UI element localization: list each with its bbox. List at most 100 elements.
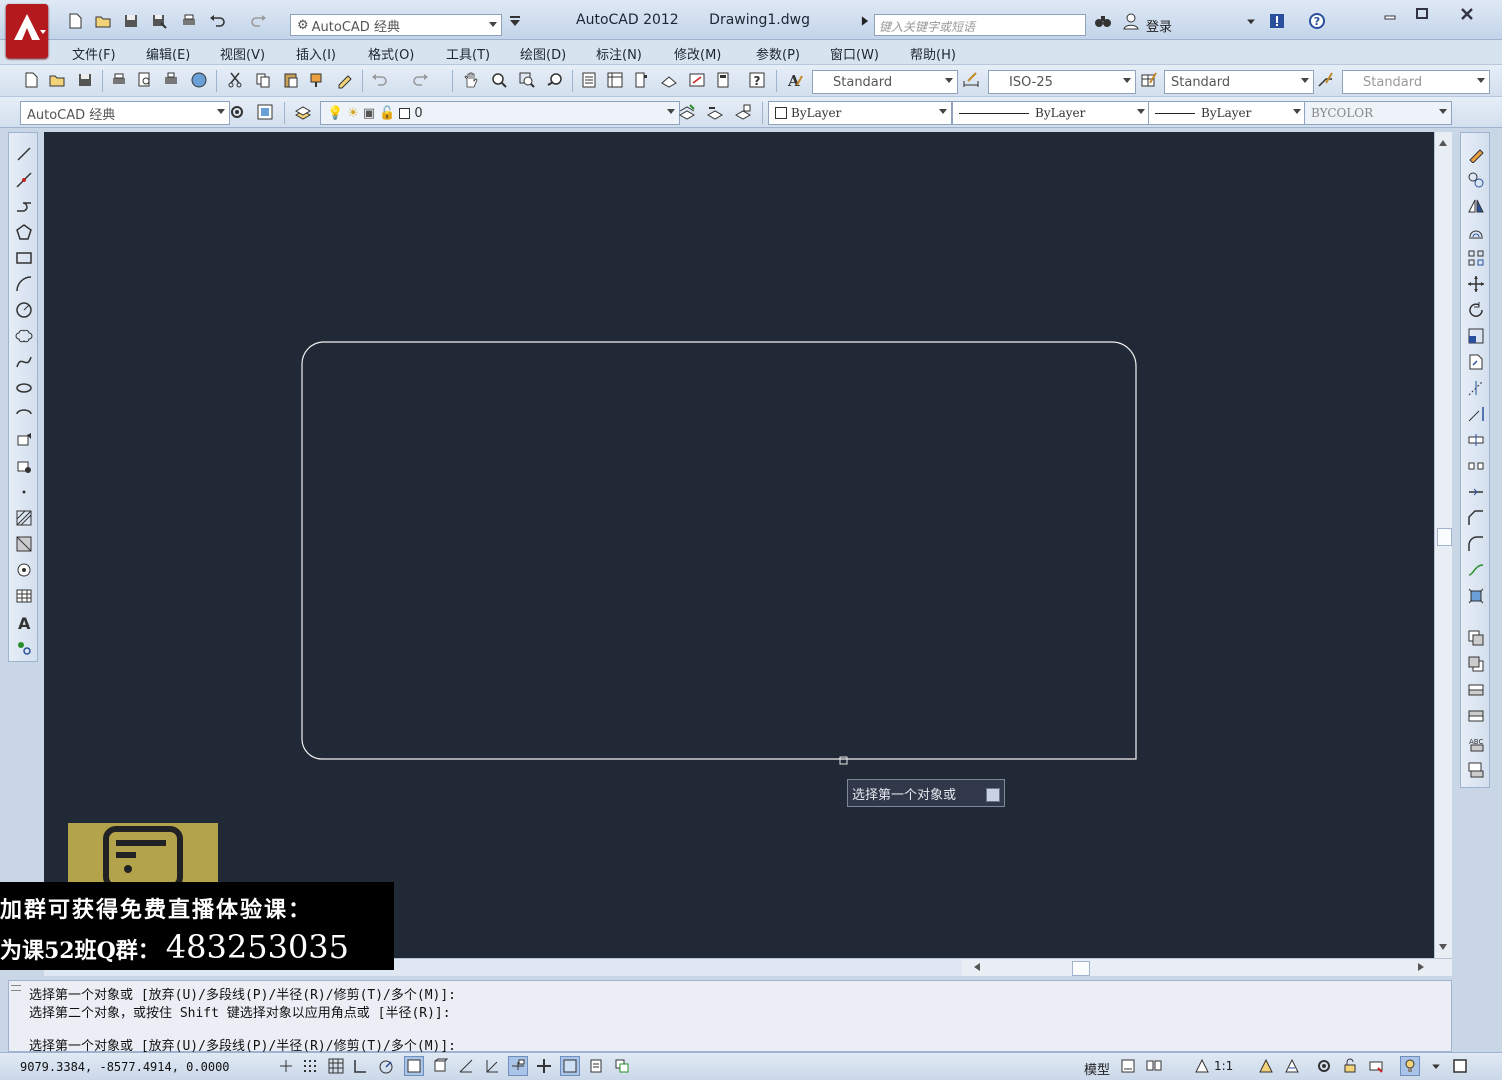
match-properties-icon[interactable] xyxy=(306,69,328,91)
layout-icon[interactable] xyxy=(1118,1056,1138,1076)
erase-icon[interactable] xyxy=(1465,143,1487,165)
scale-icon[interactable] xyxy=(1465,325,1487,347)
command-line[interactable]: 选择第一个对象或 [放弃(U)/多段线(P)/半径(R)/修剪(T)/多个(M)… xyxy=(8,980,1452,1054)
menu-help[interactable]: 帮助(H) xyxy=(910,44,956,63)
explode-icon[interactable] xyxy=(1465,585,1487,607)
quick-properties-icon[interactable] xyxy=(586,1056,606,1076)
zoom-previous-icon[interactable] xyxy=(544,69,566,91)
zoom-realtime-icon[interactable] xyxy=(488,69,510,91)
block-editor-icon[interactable] xyxy=(334,69,356,91)
text-front-icon[interactable]: ABC xyxy=(1465,733,1487,755)
sheet-set-icon[interactable] xyxy=(658,69,680,91)
construction-line-icon[interactable] xyxy=(13,169,35,191)
fillet-icon[interactable] xyxy=(1465,533,1487,555)
isolate-objects-icon[interactable] xyxy=(1400,1056,1420,1076)
scroll-left-arrow[interactable] xyxy=(974,963,980,971)
pan-icon[interactable] xyxy=(460,69,482,91)
print-icon[interactable] xyxy=(178,11,200,31)
text-style-select[interactable]: Standard xyxy=(812,70,958,94)
vertical-scrollbar[interactable] xyxy=(1434,132,1452,958)
close-button[interactable] xyxy=(1446,4,1488,24)
hardware-acceleration-icon[interactable] xyxy=(1366,1056,1386,1076)
menu-modify[interactable]: 修改(M) xyxy=(674,44,721,63)
undo-icon[interactable] xyxy=(368,69,390,91)
help-icon[interactable]: ? xyxy=(1306,11,1328,31)
copy-object-icon[interactable] xyxy=(1465,169,1487,191)
annotation-scale-icon[interactable] xyxy=(1192,1056,1212,1076)
snap-mode-icon[interactable] xyxy=(300,1056,320,1076)
command-line-grip[interactable] xyxy=(11,985,21,991)
coordinates-readout[interactable]: 9079.3384, -8577.4914, 0.0000 xyxy=(20,1060,230,1074)
workspace-select[interactable]: ⚙ AutoCAD 经典 xyxy=(290,14,502,36)
calculator-icon[interactable] xyxy=(712,69,734,91)
save-icon[interactable] xyxy=(120,11,142,31)
login-dropdown-icon[interactable] xyxy=(1244,11,1258,31)
save-as-icon[interactable] xyxy=(148,11,170,31)
auto-scale-icon[interactable] xyxy=(1282,1056,1302,1076)
menu-file[interactable]: 文件(F) xyxy=(72,44,116,63)
table-icon[interactable] xyxy=(13,585,35,607)
copy-icon[interactable] xyxy=(252,69,274,91)
break-icon[interactable] xyxy=(1465,455,1487,477)
make-block-icon[interactable] xyxy=(13,455,35,477)
workspace-settings-icon[interactable] xyxy=(226,101,248,123)
save-icon[interactable] xyxy=(74,69,96,91)
dim-style-icon[interactable] xyxy=(960,69,982,91)
autocad-logo[interactable] xyxy=(6,4,48,58)
workspace-switch-icon[interactable] xyxy=(1314,1056,1334,1076)
gradient-icon[interactable] xyxy=(13,533,35,555)
minimize-button[interactable] xyxy=(1372,4,1408,24)
horizontal-scrollbar[interactable] xyxy=(962,958,1452,976)
hatch-icon[interactable] xyxy=(13,507,35,529)
plot-icon[interactable] xyxy=(108,69,130,91)
point-icon[interactable] xyxy=(13,481,35,503)
publish-icon[interactable] xyxy=(160,69,182,91)
menu-draw[interactable]: 绘图(D) xyxy=(520,44,566,63)
3d-dwf-icon[interactable] xyxy=(188,69,210,91)
linetype-select[interactable]: ByLayer xyxy=(952,101,1150,125)
line-icon[interactable] xyxy=(13,143,35,165)
transparency-icon[interactable] xyxy=(560,1056,580,1076)
object-snap-icon[interactable] xyxy=(404,1056,424,1076)
dynamic-input-icon[interactable] xyxy=(508,1056,528,1076)
dynamic-ucs-icon[interactable] xyxy=(482,1056,502,1076)
open-icon[interactable] xyxy=(46,69,68,91)
insert-block-icon[interactable] xyxy=(13,429,35,451)
quick-view-icon[interactable] xyxy=(1144,1056,1164,1076)
selection-cycling-icon[interactable] xyxy=(612,1056,632,1076)
menu-insert[interactable]: 插入(I) xyxy=(296,44,336,63)
menu-tools[interactable]: 工具(T) xyxy=(446,44,490,63)
text-style-icon[interactable]: A xyxy=(784,69,806,91)
model-space-label[interactable]: 模型 xyxy=(1084,1059,1110,1078)
mirror-icon[interactable] xyxy=(1465,195,1487,217)
layer-select[interactable]: 💡 ☀ ▣ 🔓 0 xyxy=(320,101,680,125)
customize-qat-icon[interactable] xyxy=(504,11,526,31)
search-expand-icon[interactable] xyxy=(858,11,872,31)
rectangle-icon[interactable] xyxy=(13,247,35,269)
layer-previous-icon[interactable] xyxy=(704,101,726,123)
show-lineweight-icon[interactable] xyxy=(534,1056,554,1076)
spline-icon[interactable] xyxy=(13,351,35,373)
menu-edit[interactable]: 编辑(E) xyxy=(146,44,190,63)
horizontal-scroll-thumb[interactable] xyxy=(1072,961,1090,976)
dim-style-select[interactable]: ISO-25 xyxy=(988,70,1136,94)
multiline-text-icon[interactable]: A xyxy=(13,611,35,633)
table-style-icon[interactable] xyxy=(1138,69,1160,91)
move-icon[interactable] xyxy=(1465,273,1487,295)
help-icon[interactable]: ? xyxy=(746,69,768,91)
undo-icon[interactable] xyxy=(206,11,228,31)
blend-curves-icon[interactable] xyxy=(1465,559,1487,581)
bring-above-icon[interactable] xyxy=(1465,679,1487,701)
ortho-mode-icon[interactable] xyxy=(350,1056,370,1076)
menu-view[interactable]: 视图(V) xyxy=(220,44,265,63)
new-file-icon[interactable] xyxy=(64,11,86,31)
zoom-window-icon[interactable] xyxy=(516,69,538,91)
exchange-icon[interactable] xyxy=(1266,11,1288,31)
rotate-icon[interactable] xyxy=(1465,299,1487,321)
markup-icon[interactable] xyxy=(686,69,708,91)
chamfer-icon[interactable] xyxy=(1465,507,1487,529)
search-input[interactable]: 键入关键字或短语 xyxy=(874,14,1086,36)
extend-icon[interactable] xyxy=(1465,403,1487,425)
binoculars-icon[interactable] xyxy=(1092,11,1114,31)
mleader-style-select[interactable]: Standard xyxy=(1342,70,1490,94)
